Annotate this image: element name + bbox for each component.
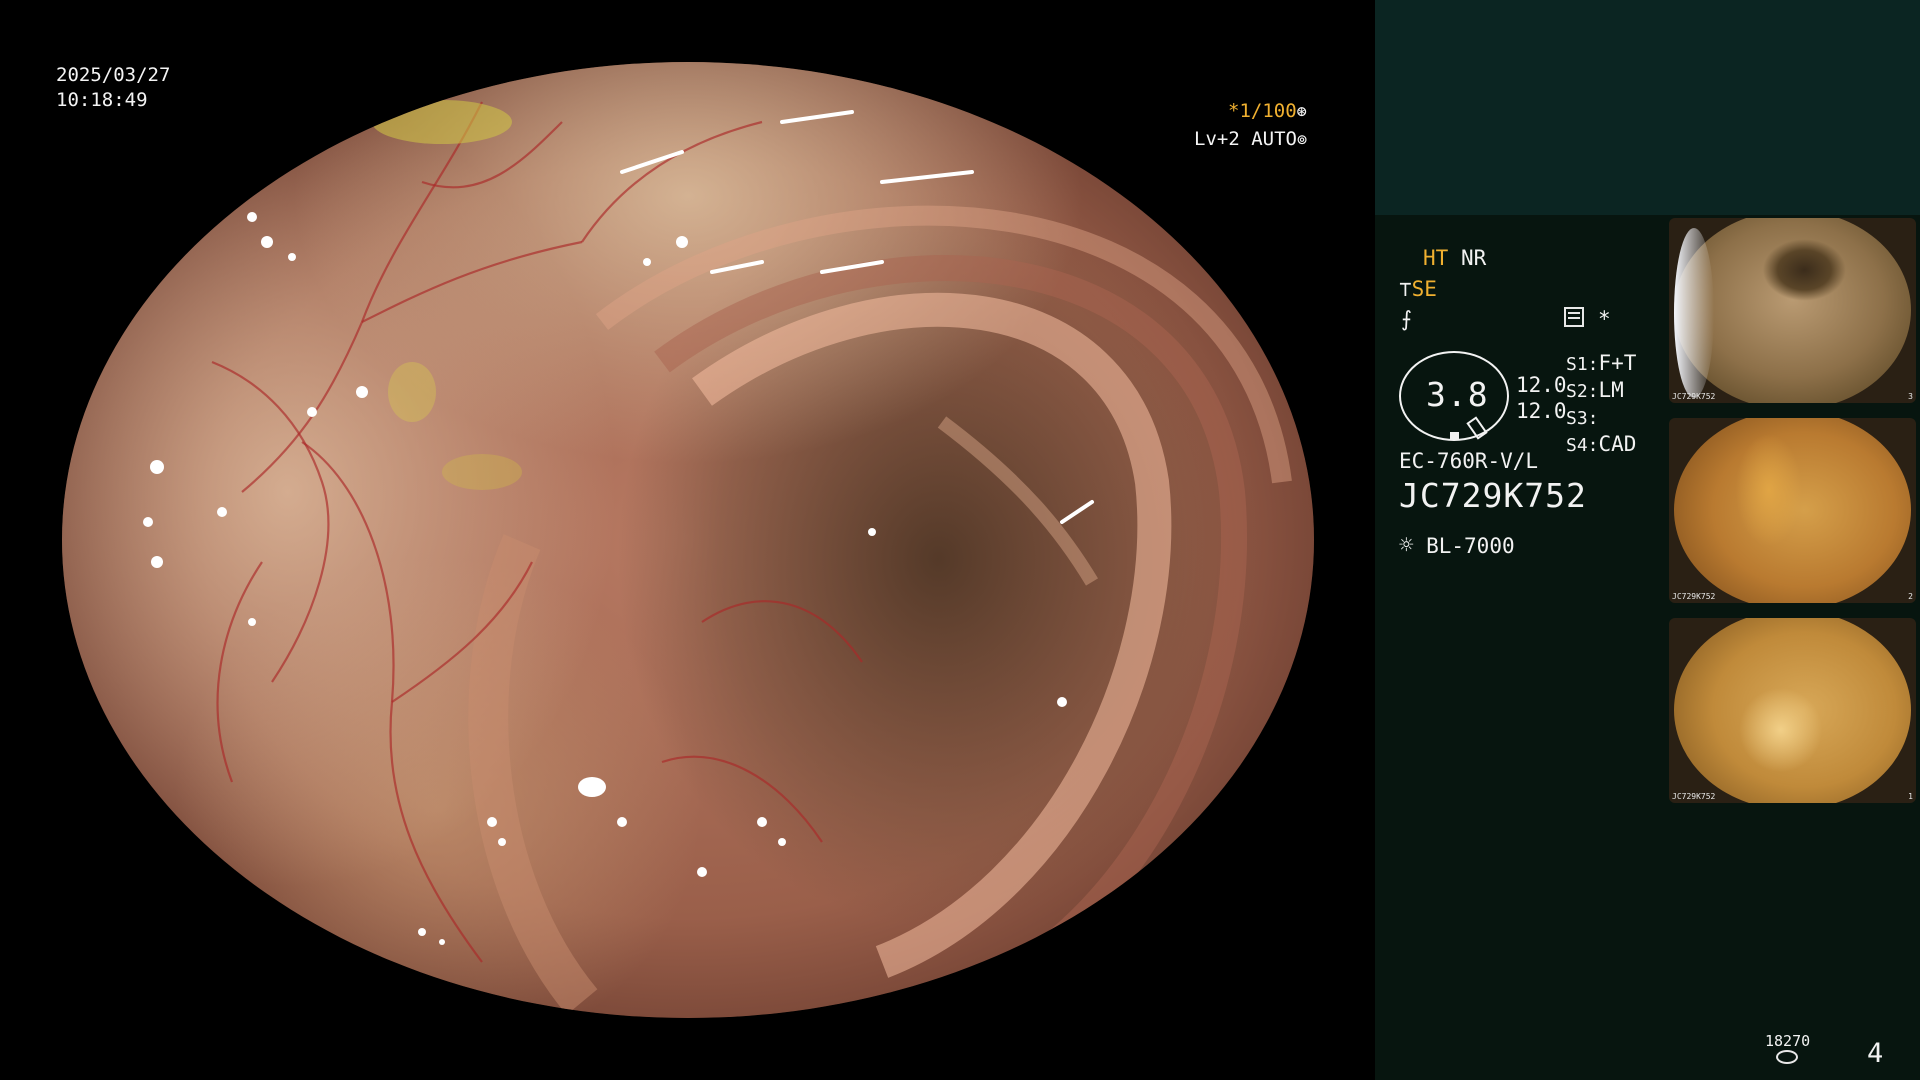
endoscope-view	[62, 62, 1314, 1018]
shutter-label: *1/100	[1228, 100, 1297, 122]
image-count: 4	[1867, 1038, 1884, 1069]
storage-icon	[1776, 1050, 1798, 1064]
gauge-value: 3.8	[1426, 375, 1489, 414]
ht-text: HT	[1423, 246, 1449, 270]
exposure-indicator: Lv+2 AUTO⊚	[1194, 128, 1307, 152]
enhance-icon: ⊤	[1399, 277, 1412, 301]
gauge-marker-icon	[1450, 432, 1459, 439]
panel-header-area	[1375, 0, 1920, 215]
sun-icon: ☼	[1399, 531, 1414, 559]
nr-text: NR	[1460, 246, 1487, 270]
filter-icon: ⨍	[1401, 307, 1412, 331]
value-1: 12.0	[1516, 373, 1567, 397]
time-label: 10:18:49	[56, 89, 148, 111]
light-source: ☼ BL-7000	[1399, 532, 1515, 559]
light-source-label: BL-7000	[1426, 534, 1515, 558]
scope-serial: JC729K752	[1399, 476, 1587, 515]
se-text: SE	[1411, 277, 1437, 301]
menu-icon	[1564, 307, 1584, 327]
iris-icon: ⊚	[1296, 130, 1308, 150]
iris-label: AUTO	[1251, 128, 1297, 150]
asterisk-label: *	[1598, 307, 1611, 331]
thumbnail-image	[1674, 418, 1911, 603]
date-label: 2025/03/27	[56, 64, 171, 86]
ht-label: HT NR	[1423, 245, 1486, 271]
thumbnail-serial: JC729K752	[1672, 792, 1716, 801]
se-label: ⊤SE	[1399, 276, 1437, 302]
mucosa-detail	[143, 100, 1292, 1018]
thumbnail-serial: JC729K752	[1672, 392, 1716, 401]
thumbnail-2[interactable]: JC729K752 2	[1669, 418, 1916, 603]
shutter-icon: ⊛	[1296, 102, 1307, 122]
value-2: 12.0	[1516, 399, 1567, 423]
shutter-indicator: *1/100⊛	[1228, 100, 1307, 124]
storage-count: 18270	[1765, 1032, 1811, 1050]
thumbnail-image	[1674, 618, 1911, 803]
thumbnail-3[interactable]: JC729K752 1	[1669, 618, 1916, 803]
thumbnail-index: 2	[1908, 592, 1913, 601]
thumbnail-index: 1	[1908, 792, 1913, 801]
thumbnail-glare	[1674, 228, 1714, 398]
thumbnail-index: 3	[1908, 392, 1913, 401]
scope-model: EC-760R-V/L	[1399, 449, 1539, 473]
thumbnail-1[interactable]: JC729K752 3	[1669, 218, 1916, 403]
thumbnail-serial: JC729K752	[1672, 592, 1716, 601]
level-label: Lv+2	[1194, 128, 1240, 150]
